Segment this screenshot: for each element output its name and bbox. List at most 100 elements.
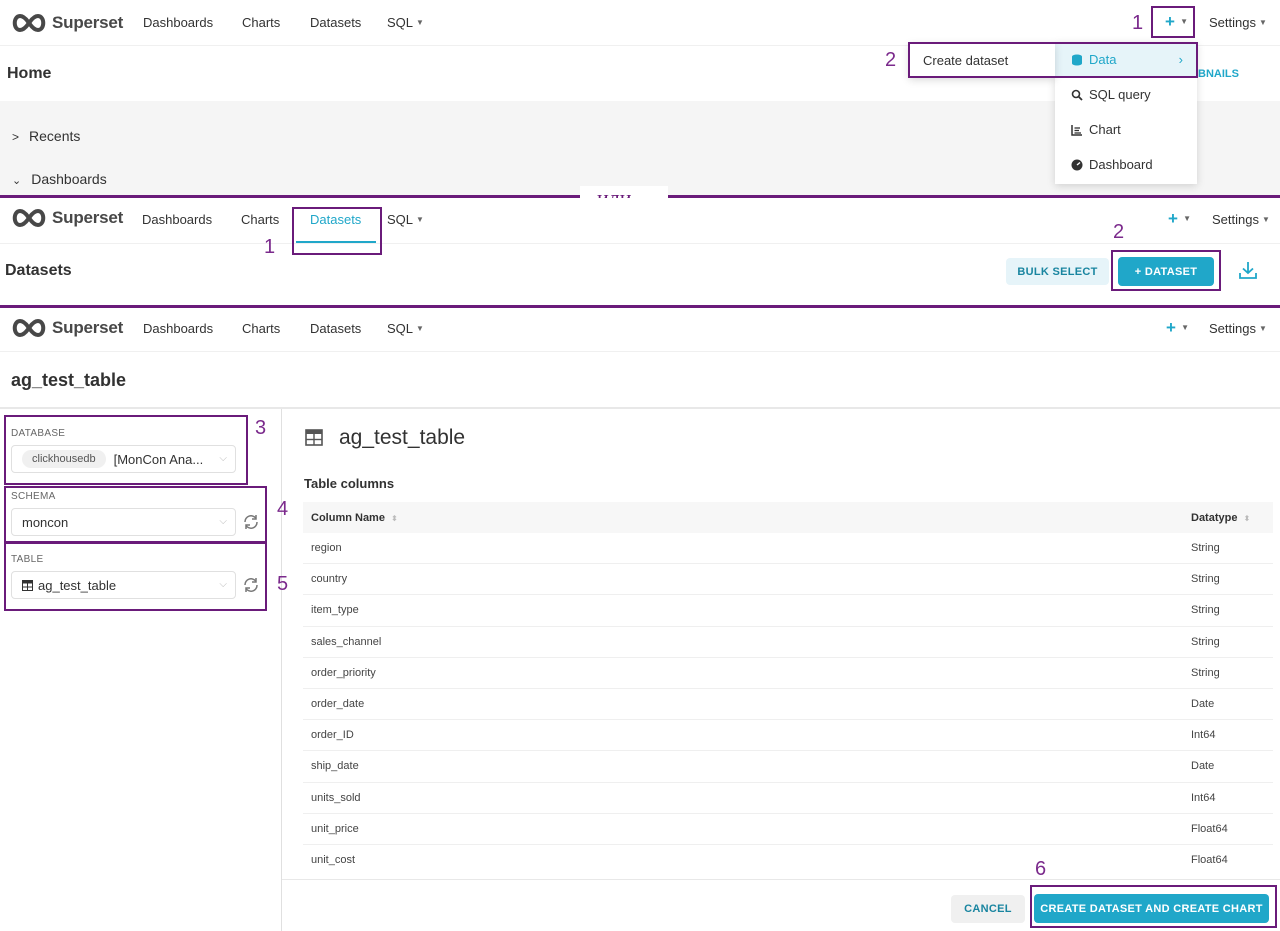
nav-charts[interactable]: Charts	[242, 15, 280, 30]
chart-icon	[1071, 124, 1082, 136]
cell-datatype: Int64	[1191, 729, 1216, 742]
nav-datasets[interactable]: Datasets	[310, 321, 361, 336]
nav-sql-label: SQL	[387, 212, 414, 227]
table-row: region String	[303, 533, 1273, 565]
recents-label: Recents	[29, 128, 81, 144]
cell-column-name: ship_date	[311, 760, 359, 773]
settings-label: Settings	[1209, 321, 1256, 336]
top-navbar: Superset Dashboards Charts Datasets SQL ▼…	[0, 198, 1280, 244]
table-row: ship_date Date	[303, 751, 1273, 783]
chevron-right-icon: >	[12, 130, 20, 144]
nav-sql[interactable]: SQL ▼	[387, 321, 424, 336]
plus-icon: +	[1168, 209, 1178, 228]
caret-down-icon: ▼	[416, 18, 424, 27]
settings-menu[interactable]: Settings ▼	[1209, 15, 1267, 30]
table-row: country String	[303, 564, 1273, 596]
cell-datatype: String	[1191, 573, 1220, 586]
menu-item-dashboard[interactable]: Dashboard	[1055, 147, 1197, 182]
caret-down-icon: ▼	[1261, 215, 1270, 224]
highlight-create-dataset	[908, 42, 1198, 78]
highlight-schema	[4, 486, 267, 543]
brand-name: Superset	[52, 318, 124, 337]
settings-menu[interactable]: Settings ▼	[1209, 321, 1267, 336]
annotation-2: 2	[1113, 221, 1125, 243]
footer-divider	[282, 879, 1280, 880]
table-row: units_sold Int64	[303, 783, 1273, 814]
cell-column-name: country	[311, 573, 348, 586]
sort-icon: ⬍	[1243, 513, 1251, 523]
dashboards-row[interactable]: ⌄ Dashboards	[12, 171, 107, 187]
nav-sql[interactable]: SQL ▼	[387, 212, 424, 227]
cell-datatype: Int64	[1191, 791, 1216, 804]
nav-charts[interactable]: Charts	[242, 321, 280, 336]
chevron-down-icon: ⌄	[12, 175, 22, 187]
menu-item-sql-label: SQL query	[1089, 87, 1151, 102]
annotation-6: 6	[1035, 858, 1047, 880]
caret-down-icon: ▼	[1258, 324, 1267, 333]
nav-sql-label: SQL	[387, 15, 414, 30]
recents-row[interactable]: > Recents	[12, 128, 80, 144]
table-row: unit_price Float64	[303, 814, 1273, 845]
nav-sql-label: SQL	[387, 321, 414, 336]
new-menu-button[interactable]: + ▼	[1166, 318, 1189, 338]
cell-datatype: String	[1191, 666, 1220, 679]
cell-column-name: region	[311, 542, 342, 555]
superset-logo[interactable]: Superset	[10, 316, 123, 340]
left-panel-border	[281, 409, 282, 931]
nav-charts[interactable]: Charts	[241, 212, 279, 227]
settings-label: Settings	[1209, 15, 1256, 30]
plus-icon: +	[1166, 318, 1176, 337]
menu-item-chart-label: Chart	[1089, 122, 1121, 137]
settings-menu[interactable]: Settings ▼	[1212, 212, 1270, 227]
cell-column-name: item_type	[311, 604, 359, 617]
highlight-plus	[1151, 6, 1195, 38]
annotation-4: 4	[277, 498, 289, 520]
page-title-home: Home	[7, 65, 52, 82]
caret-down-icon: ▼	[416, 215, 424, 224]
cell-datatype: Float64	[1191, 854, 1228, 867]
cell-column-name: sales_channel	[311, 635, 382, 648]
download-icon[interactable]	[1238, 260, 1258, 280]
header-column-name[interactable]: Column Name ⬍	[303, 512, 1183, 524]
table-icon	[305, 429, 323, 446]
menu-item-sql-query[interactable]: SQL query	[1055, 77, 1197, 112]
nav-datasets[interactable]: Datasets	[310, 15, 361, 30]
brand-name: Superset	[52, 208, 124, 227]
superset-logo[interactable]: Superset	[10, 11, 123, 35]
highlight-add-dataset	[1111, 250, 1221, 291]
nav-dashboards[interactable]: Dashboards	[143, 321, 213, 336]
thumbnails-link[interactable]: BNAILS	[1198, 68, 1239, 80]
panel-title: ag_test_table	[339, 426, 466, 449]
nav-dashboards[interactable]: Dashboards	[142, 212, 212, 227]
bulk-select-button[interactable]: BULK SELECT	[1006, 258, 1109, 285]
annotation-1: 1	[1132, 12, 1144, 34]
highlight-database	[4, 415, 248, 485]
menu-item-dashboard-label: Dashboard	[1089, 157, 1153, 172]
header-divider	[0, 407, 1280, 409]
caret-down-icon: ▼	[416, 324, 424, 333]
new-menu-button[interactable]: + ▼	[1168, 209, 1191, 229]
page-title-dataset: ag_test_table	[11, 370, 127, 390]
annotation-2: 2	[885, 49, 897, 71]
page-title-datasets: Datasets	[5, 262, 72, 279]
superset-logo[interactable]: Superset	[10, 206, 123, 230]
highlight-create-button	[1030, 885, 1277, 928]
cell-datatype: String	[1191, 542, 1220, 555]
cancel-button[interactable]: CANCEL	[951, 895, 1025, 923]
table-row: item_type String	[303, 595, 1273, 627]
table-header: Column Name ⬍ Datatype ⬍	[303, 502, 1273, 533]
cell-column-name: order_ID	[311, 729, 354, 742]
nav-sql[interactable]: SQL ▼	[387, 15, 424, 30]
cell-column-name: unit_price	[311, 822, 359, 835]
header-datatype-label: Datatype	[1191, 511, 1238, 524]
dashboard-icon	[1071, 159, 1083, 170]
annotation-1: 1	[264, 236, 276, 258]
top-navbar: Superset Dashboards Charts Datasets SQL ▼…	[0, 308, 1280, 352]
cell-datatype: Float64	[1191, 822, 1228, 835]
menu-item-chart[interactable]: Chart	[1055, 112, 1197, 147]
nav-dashboards[interactable]: Dashboards	[143, 15, 213, 30]
cell-datatype: String	[1191, 635, 1220, 648]
highlight-datasets-tab	[292, 207, 382, 255]
top-navbar: Superset Dashboards Charts Datasets SQL ▼…	[0, 0, 1280, 46]
header-datatype[interactable]: Datatype ⬍	[1183, 512, 1273, 524]
